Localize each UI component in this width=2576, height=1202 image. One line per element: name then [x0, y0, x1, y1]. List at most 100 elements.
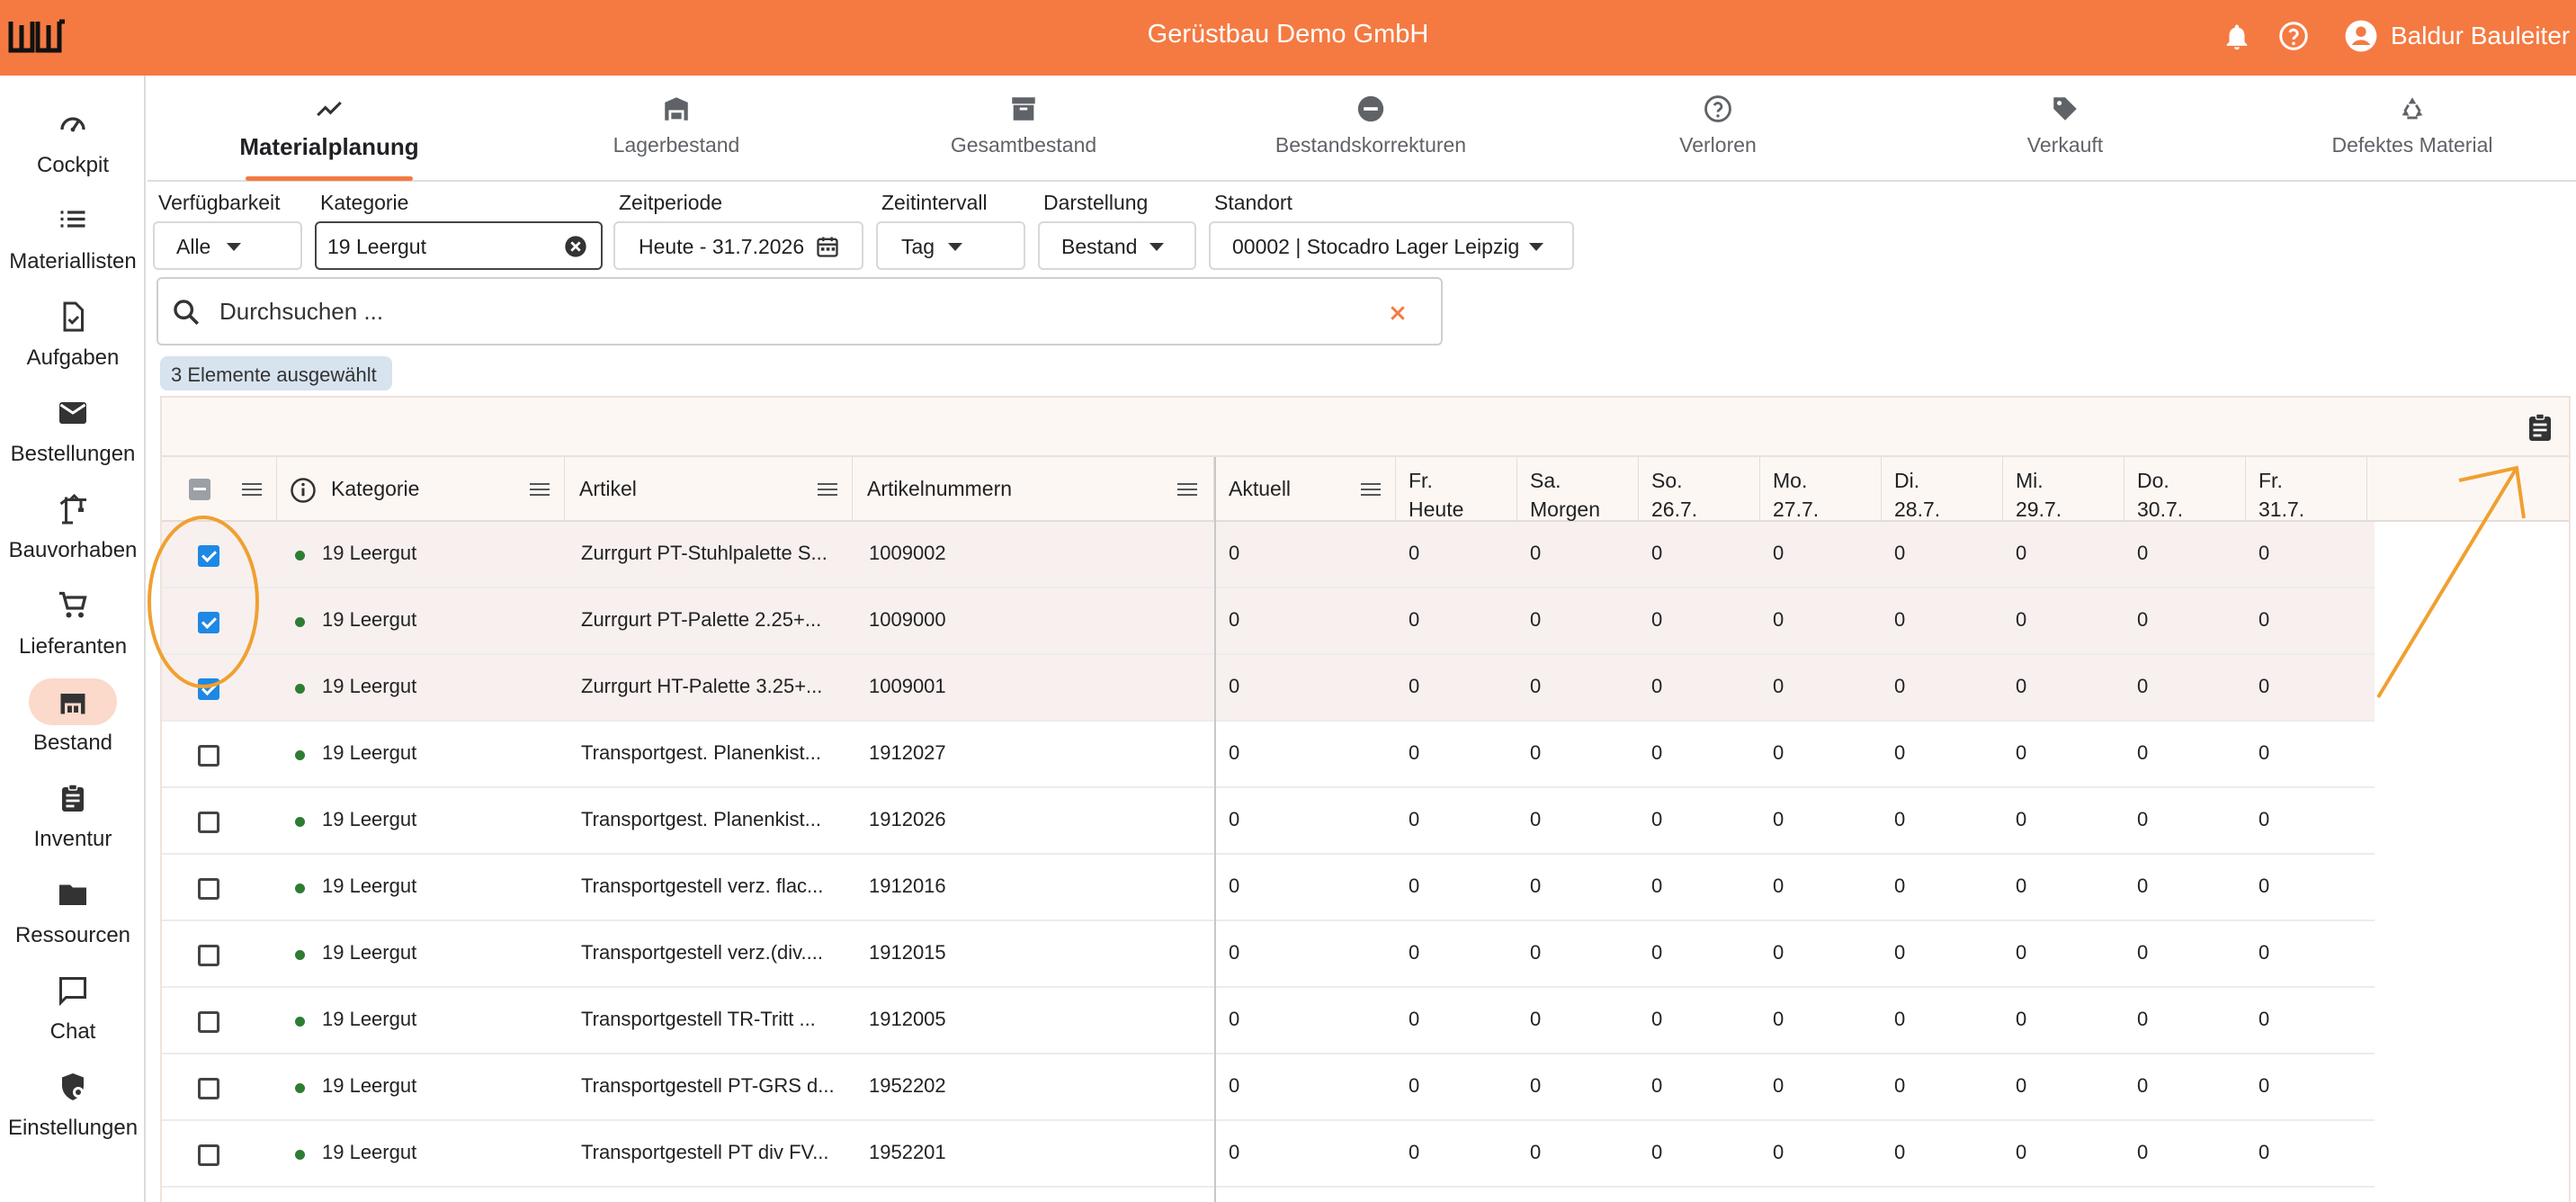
user-avatar-icon[interactable]	[2344, 19, 2378, 53]
row-checkbox[interactable]	[198, 1078, 219, 1099]
column-menu-icon[interactable]	[529, 480, 550, 498]
list-icon	[53, 204, 93, 237]
header-kategorie[interactable]: Kategorie	[277, 457, 565, 522]
row-checkbox[interactable]	[198, 945, 219, 966]
header-date-column[interactable]: So. 26.7.	[1639, 457, 1760, 522]
cell-date-value: 0	[1530, 608, 1542, 631]
table-row[interactable]: 19 Leergut Zurrgurt HT-Palette 3.25+... 10…	[162, 655, 2375, 722]
column-menu-icon[interactable]	[241, 480, 263, 498]
zeitperiode-picker[interactable]: Heute - 31.7.2026	[613, 221, 863, 270]
row-checkbox[interactable]	[198, 678, 219, 700]
app-root: Gerüstbau Demo GmbH Baldur Bauleiter Coc…	[0, 0, 2576, 1202]
cell-date-value: 0	[2016, 808, 2027, 830]
grid-toolbar	[162, 398, 2569, 457]
date-column-weekday: Mo.	[1773, 469, 1808, 492]
header-artikelnummern[interactable]: Artikelnummern	[853, 457, 1214, 522]
tab-defektes-material[interactable]: Defektes Material	[2241, 76, 2576, 182]
sidebar-item-chat[interactable]: Chat	[0, 956, 146, 1050]
darstellung-select[interactable]: Bestand	[1038, 221, 1196, 270]
table-row[interactable]: 19 Leergut Transportgestell PT-GRS d... 19…	[162, 1054, 2375, 1121]
zeitintervall-select[interactable]: Tag	[876, 221, 1025, 270]
cell-artikel: Transportgestell TR-Tritt ...	[581, 1008, 816, 1030]
column-menu-icon[interactable]	[817, 480, 838, 498]
sidebar-item-materiallisten[interactable]: Materiallisten	[0, 186, 146, 280]
user-name[interactable]: Baldur Bauleiter	[2391, 22, 2570, 50]
header-date-column[interactable]: Do. 30.7.	[2124, 457, 2246, 522]
cell-aktuell: 0	[1229, 941, 1240, 964]
bell-icon[interactable]	[2222, 22, 2252, 52]
cell-date-value: 0	[1651, 1008, 1663, 1030]
tab-verkauft[interactable]: Verkauft	[1894, 76, 2236, 182]
table-row[interactable]: 19 Leergut Transportgestell verz. flac...…	[162, 855, 2375, 921]
row-checkbox[interactable]	[198, 545, 219, 567]
tab-bestandskorrekturen[interactable]: Bestandskorrekturen	[1200, 76, 1542, 182]
cell-date-value: 0	[1651, 542, 1663, 564]
sidebar-item-aufgaben[interactable]: Aufgaben	[0, 283, 146, 376]
table-row[interactable]: 19 Leergut Transportgestell TR-Tritt ... 1…	[162, 988, 2375, 1054]
row-checkbox[interactable]	[198, 1144, 219, 1166]
header-date-column[interactable]: Mi. 29.7.	[2003, 457, 2124, 522]
sidebar-item-inventur[interactable]: Inventur	[0, 764, 146, 857]
cell-date-value: 0	[1409, 941, 1420, 964]
close-icon[interactable]	[1383, 299, 1412, 327]
top-bar: Gerüstbau Demo GmbH Baldur Bauleiter	[0, 0, 2576, 76]
table-row[interactable]: 19 Leergut Transportgestell verz.(div....…	[162, 921, 2375, 988]
tab-verloren[interactable]: Verloren	[1547, 76, 1889, 182]
header-date-column[interactable]: Fr. Heute	[1396, 457, 1517, 522]
status-dot	[295, 884, 305, 893]
header-date-column[interactable]: Fr. 31.7.	[2246, 457, 2367, 522]
help-icon[interactable]	[2277, 20, 2310, 52]
cell-kategorie: 19 Leergut	[322, 1074, 417, 1097]
clear-circle-icon[interactable]	[563, 234, 588, 259]
table-row[interactable]: 19 Leergut Transportgest. Planenkist... 19…	[162, 788, 2375, 855]
row-checkbox[interactable]	[198, 612, 219, 633]
row-checkbox[interactable]	[198, 878, 219, 900]
kategorie-select[interactable]: 19 Leergut	[315, 221, 603, 270]
tab-gesamtbestand[interactable]: Gesamtbestand	[853, 76, 1194, 182]
cell-date-value: 0	[1651, 741, 1663, 764]
sidebar-item-cockpit[interactable]: Cockpit	[0, 90, 146, 184]
tab-label: Gesamtbestand	[950, 133, 1097, 157]
cell-date-value: 0	[2137, 675, 2149, 697]
header-date-column[interactable]: Mo. 27.7.	[1760, 457, 1882, 522]
clipboard-icon[interactable]	[2524, 410, 2556, 444]
cell-date-value: 0	[1894, 808, 1906, 830]
cell-date-value: 0	[2016, 1074, 2027, 1097]
column-menu-icon[interactable]	[1176, 480, 1198, 498]
cell-aktuell: 0	[1229, 808, 1240, 830]
row-checkbox[interactable]	[198, 745, 219, 767]
select-all-checkbox[interactable]	[189, 479, 210, 500]
header-date-column[interactable]: Sa. Morgen	[1517, 457, 1639, 522]
header-date-column[interactable]: Di. 28.7.	[1882, 457, 2003, 522]
status-dot	[295, 551, 305, 561]
tab-lagerbestand[interactable]: Lagerbestand	[505, 76, 847, 182]
row-checkbox[interactable]	[198, 812, 219, 833]
cell-date-value: 0	[2258, 675, 2270, 697]
header-artikel[interactable]: Artikel	[565, 457, 853, 522]
sidebar-item-bauvorhaben[interactable]: Bauvorhaben	[0, 475, 146, 569]
tab-label: Defektes Material	[2331, 133, 2493, 157]
standort-select[interactable]: 00002 | Stocadro Lager Leipzig	[1209, 221, 1574, 270]
sidebar-item-bestand[interactable]: Bestand	[0, 668, 146, 761]
table-row[interactable]: 19 Leergut Transportgest. Planenkist... 19…	[162, 722, 2375, 788]
select-value: 00002 | Stocadro Lager Leipzig	[1232, 235, 1520, 258]
cell-date-value: 0	[2016, 1008, 2027, 1030]
tab-bar: Materialplanung Lagerbestand Gesamtbesta…	[148, 76, 2576, 182]
column-menu-icon[interactable]	[1360, 480, 1382, 498]
tab-materialplanung[interactable]: Materialplanung	[158, 76, 500, 182]
table-row[interactable]: 19 Leergut Transportgestell PT div FV... 1…	[162, 1121, 2375, 1188]
cell-date-value: 0	[1773, 608, 1784, 631]
sidebar-item-einstellungen[interactable]: Einstellungen	[0, 1053, 146, 1146]
table-row[interactable]: 19 Leergut Zurrgurt PT-Palette 2.25+... 10…	[162, 588, 2375, 655]
sidebar-item-bestellungen[interactable]: Bestellungen	[0, 379, 146, 472]
cell-date-value: 0	[2258, 1008, 2270, 1030]
sidebar-item-ressourcen[interactable]: Ressourcen	[0, 860, 146, 954]
table-row[interactable]: 19 Leergut Zurrgurt PT-Stuhlpalette S... 1…	[162, 522, 2375, 588]
search-input[interactable]	[219, 292, 1344, 331]
header-aktuell[interactable]: Aktuell	[1216, 457, 1396, 522]
verfuegbarkeit-select[interactable]: Alle	[153, 221, 302, 270]
cell-date-value: 0	[1409, 1074, 1420, 1097]
row-checkbox[interactable]	[198, 1011, 219, 1033]
sidebar-item-lieferanten[interactable]: Lieferanten	[0, 571, 146, 665]
column-title: Artikel	[579, 477, 637, 500]
